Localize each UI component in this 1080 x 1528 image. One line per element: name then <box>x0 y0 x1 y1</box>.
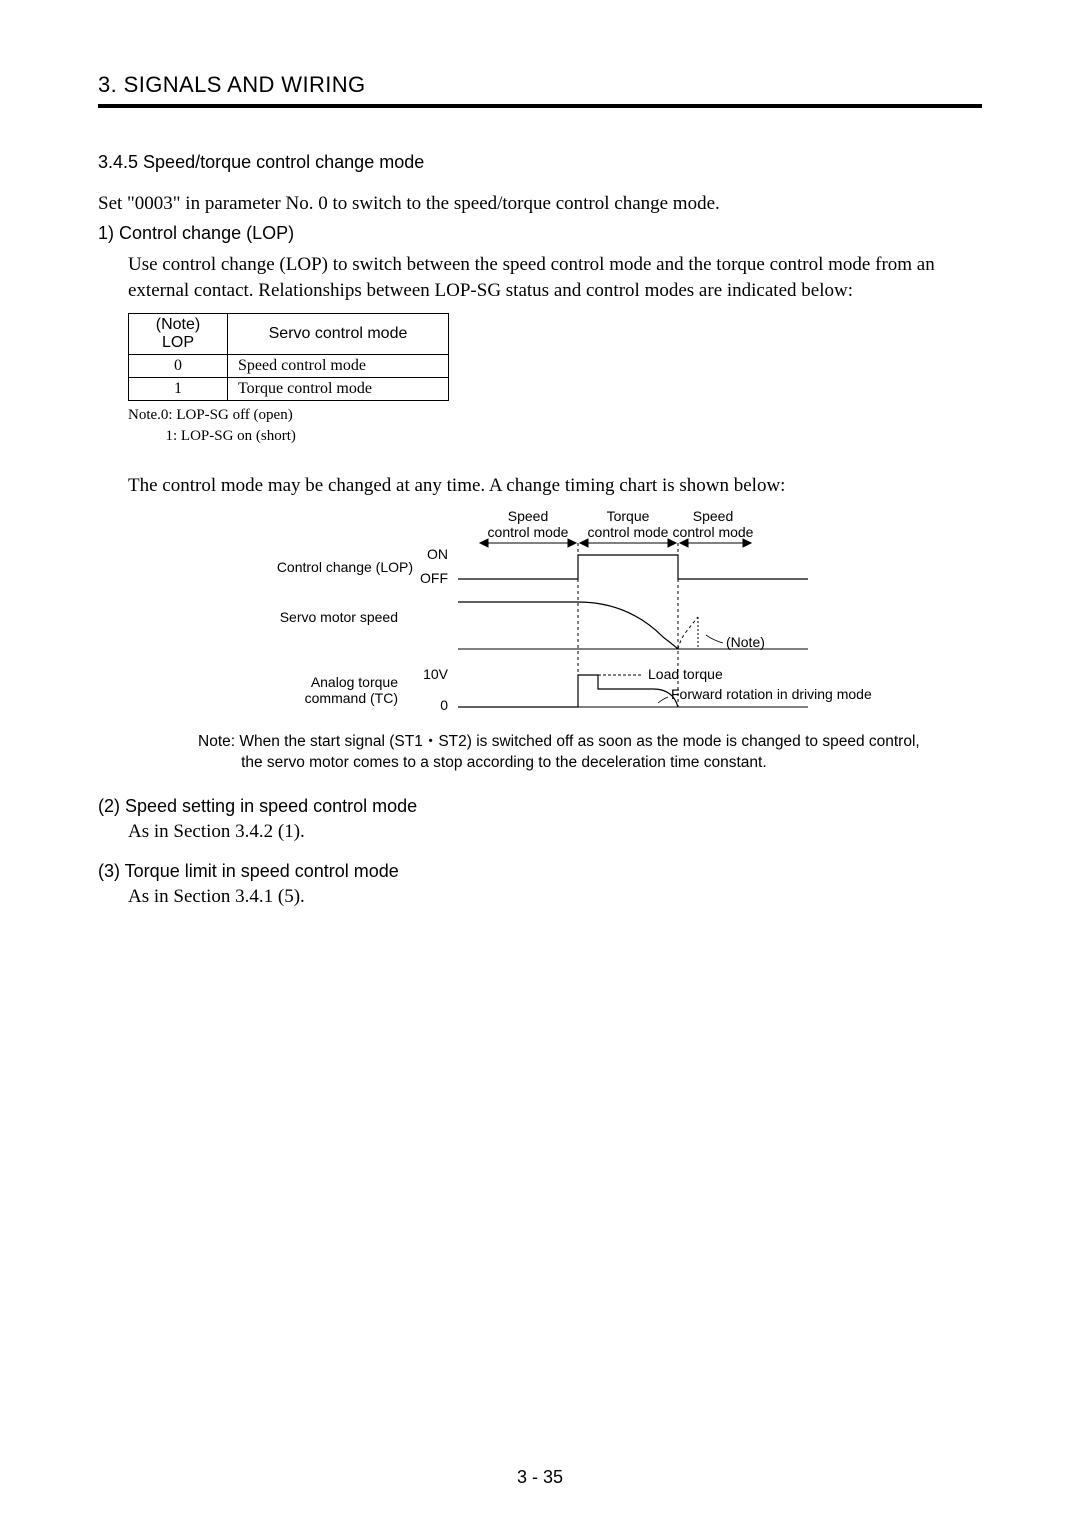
chart-label: 10V <box>423 666 449 682</box>
chart-label: Torque <box>607 508 650 524</box>
chart-label: command (TC) <box>305 690 398 706</box>
range-arrows <box>480 539 751 547</box>
chart-label: 0 <box>440 697 448 713</box>
chart-label: control mode <box>488 524 569 540</box>
timing-chart: Speed Torque Speed control mode control … <box>248 507 982 722</box>
table-note: Note.0: LOP-SG off (open) 1: LOP-SG on (… <box>128 405 982 447</box>
lop-table: (Note) LOP Servo control mode 0 Speed co… <box>128 313 449 401</box>
section-number: 3.4.5 Speed/torque control change mode <box>98 152 982 173</box>
table-header: Servo control mode <box>228 314 449 355</box>
chart-label: Load torque <box>648 666 723 682</box>
intro-paragraph: Set "0003" in parameter No. 0 to switch … <box>98 193 982 215</box>
chart-label: Forward rotation in driving mode <box>671 686 872 702</box>
table-cell: Torque control mode <box>228 378 449 401</box>
chart-label: Control change (LOP) <box>277 559 413 575</box>
chart-label: control mode <box>588 524 669 540</box>
chart-note-line: the servo motor comes to a stop accordin… <box>241 754 767 771</box>
chart-label: control mode <box>673 524 754 540</box>
chart-label: OFF <box>420 570 448 586</box>
tc-curve <box>458 675 678 707</box>
table-cell: 0 <box>129 355 228 378</box>
page-number: 3 - 35 <box>0 1467 1080 1488</box>
sub1-title: 1) Control change (LOP) <box>98 223 982 244</box>
sub3-title: (3) Torque limit in speed control mode <box>98 861 982 882</box>
chart-label: Speed <box>508 508 548 524</box>
speed-curve <box>458 602 678 649</box>
title-rule <box>98 104 982 108</box>
chart-label: (Note) <box>726 634 765 650</box>
speed-dashed <box>678 617 698 649</box>
table-note-line: Note.0: LOP-SG off (open) <box>128 407 293 423</box>
chart-label: Servo motor speed <box>280 609 398 625</box>
chart-note: Note: When the start signal (ST1・ST2) is… <box>198 732 982 774</box>
table-header: (Note) LOP <box>129 314 228 355</box>
sub2-body: As in Section 3.4.2 (1). <box>128 821 982 843</box>
sub1-body: Use control change (LOP) to switch betwe… <box>128 252 982 303</box>
change-paragraph: The control mode may be changed at any t… <box>128 475 982 497</box>
sub3-body: As in Section 3.4.1 (5). <box>128 886 982 908</box>
timing-chart-svg: Speed Torque Speed control mode control … <box>248 507 908 717</box>
table-row: 0 Speed control mode <box>129 355 449 378</box>
chapter-title: 3. SIGNALS AND WIRING <box>98 72 982 98</box>
table-cell: 1 <box>129 378 228 401</box>
forward-arrow <box>658 697 668 703</box>
chart-label: Speed <box>693 508 733 524</box>
chart-note-line: Note: When the start signal (ST1・ST2) is… <box>198 733 920 750</box>
table-row: 1 Torque control mode <box>129 378 449 401</box>
page: 3. SIGNALS AND WIRING 3.4.5 Speed/torque… <box>0 0 1080 1528</box>
table-note-line: 1: LOP-SG on (short) <box>166 428 296 444</box>
chart-label: Analog torque <box>311 674 398 690</box>
sub2-title: (2) Speed setting in speed control mode <box>98 796 982 817</box>
lop-waveform <box>458 555 808 579</box>
note-arrow <box>706 635 723 643</box>
table-cell: Speed control mode <box>228 355 449 378</box>
chart-label: ON <box>427 546 448 562</box>
table-row: (Note) LOP Servo control mode <box>129 314 449 355</box>
